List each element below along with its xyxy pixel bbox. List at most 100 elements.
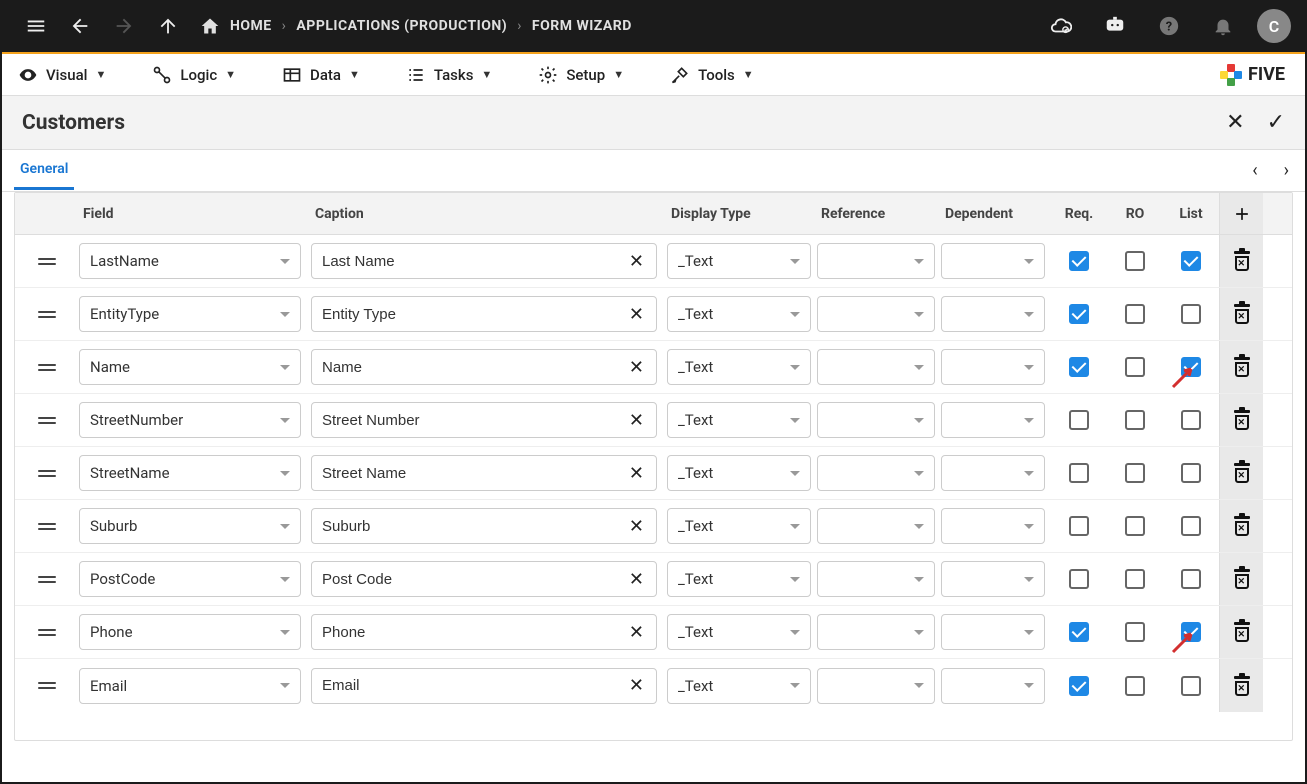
caption-input[interactable] [322, 571, 627, 588]
req-checkbox[interactable] [1069, 410, 1089, 430]
cloud-icon[interactable] [1041, 6, 1081, 46]
display-type-select[interactable]: _Text [667, 243, 811, 279]
req-checkbox[interactable] [1069, 516, 1089, 536]
ro-checkbox[interactable] [1125, 569, 1145, 589]
field-select[interactable]: Email [79, 668, 301, 704]
dependent-select[interactable] [941, 455, 1045, 491]
help-icon[interactable]: ? [1149, 6, 1189, 46]
field-select[interactable]: Suburb [79, 508, 301, 544]
reference-select[interactable] [817, 561, 935, 597]
list-checkbox[interactable] [1181, 569, 1201, 589]
caption-input[interactable] [322, 306, 627, 323]
drag-handle-icon[interactable] [15, 311, 79, 318]
list-checkbox[interactable] [1181, 676, 1201, 696]
reference-select[interactable] [817, 455, 935, 491]
clear-icon[interactable]: ✕ [627, 516, 646, 537]
dependent-select[interactable] [941, 561, 1045, 597]
delete-row-button[interactable]: ✕ [1219, 235, 1263, 287]
menu-icon[interactable] [16, 6, 56, 46]
field-select[interactable]: StreetNumber [79, 402, 301, 438]
drag-handle-icon[interactable] [15, 364, 79, 371]
field-select[interactable]: StreetName [79, 455, 301, 491]
display-type-select[interactable]: _Text [667, 455, 811, 491]
close-icon[interactable]: ✕ [1226, 110, 1244, 135]
chat-icon[interactable] [1095, 6, 1135, 46]
display-type-select[interactable]: _Text [667, 402, 811, 438]
menu-logic[interactable]: Logic▼ [144, 60, 244, 90]
delete-row-button[interactable]: ✕ [1219, 341, 1263, 393]
reference-select[interactable] [817, 402, 935, 438]
drag-handle-icon[interactable] [15, 629, 79, 636]
drag-handle-icon[interactable] [15, 523, 79, 530]
up-icon[interactable] [148, 6, 188, 46]
user-avatar[interactable]: C [1257, 9, 1291, 43]
field-select[interactable]: EntityType [79, 296, 301, 332]
caption-input[interactable] [322, 253, 627, 270]
tab-general[interactable]: General [14, 151, 74, 190]
delete-row-button[interactable]: ✕ [1219, 659, 1263, 712]
clear-icon[interactable]: ✕ [627, 463, 646, 484]
caption-input[interactable] [322, 624, 627, 641]
list-checkbox[interactable] [1181, 622, 1201, 642]
home-icon[interactable] [200, 16, 220, 36]
field-select[interactable]: Name [79, 349, 301, 385]
breadcrumb-applications[interactable]: APPLICATIONS (PRODUCTION) [296, 18, 507, 34]
list-checkbox[interactable] [1181, 463, 1201, 483]
list-checkbox[interactable] [1181, 251, 1201, 271]
clear-icon[interactable]: ✕ [627, 569, 646, 590]
req-checkbox[interactable] [1069, 622, 1089, 642]
list-checkbox[interactable] [1181, 357, 1201, 377]
dependent-select[interactable] [941, 614, 1045, 650]
clear-icon[interactable]: ✕ [627, 304, 646, 325]
dependent-select[interactable] [941, 668, 1045, 704]
req-checkbox[interactable] [1069, 463, 1089, 483]
req-checkbox[interactable] [1069, 251, 1089, 271]
ro-checkbox[interactable] [1125, 304, 1145, 324]
display-type-select[interactable]: _Text [667, 508, 811, 544]
ro-checkbox[interactable] [1125, 516, 1145, 536]
add-row-button[interactable] [1219, 193, 1263, 234]
drag-handle-icon[interactable] [15, 470, 79, 477]
caption-input[interactable] [322, 359, 627, 376]
menu-visual[interactable]: Visual▼ [10, 60, 114, 90]
menu-tools[interactable]: Tools▼ [662, 60, 762, 90]
dependent-select[interactable] [941, 508, 1045, 544]
display-type-select[interactable]: _Text [667, 614, 811, 650]
list-checkbox[interactable] [1181, 516, 1201, 536]
save-icon[interactable]: ✓ [1267, 110, 1285, 135]
dependent-select[interactable] [941, 243, 1045, 279]
delete-row-button[interactable]: ✕ [1219, 447, 1263, 499]
caption-input[interactable] [322, 518, 627, 535]
req-checkbox[interactable] [1069, 357, 1089, 377]
bell-icon[interactable] [1203, 6, 1243, 46]
dependent-select[interactable] [941, 402, 1045, 438]
ro-checkbox[interactable] [1125, 357, 1145, 377]
ro-checkbox[interactable] [1125, 676, 1145, 696]
req-checkbox[interactable] [1069, 304, 1089, 324]
field-select[interactable]: PostCode [79, 561, 301, 597]
caption-input[interactable] [322, 677, 627, 694]
list-checkbox[interactable] [1181, 304, 1201, 324]
reference-select[interactable] [817, 508, 935, 544]
delete-row-button[interactable]: ✕ [1219, 606, 1263, 658]
reference-select[interactable] [817, 349, 935, 385]
clear-icon[interactable]: ✕ [627, 410, 646, 431]
drag-handle-icon[interactable] [15, 258, 79, 265]
caption-input[interactable] [322, 465, 627, 482]
req-checkbox[interactable] [1069, 676, 1089, 696]
delete-row-button[interactable]: ✕ [1219, 288, 1263, 340]
reference-select[interactable] [817, 614, 935, 650]
delete-row-button[interactable]: ✕ [1219, 394, 1263, 446]
ro-checkbox[interactable] [1125, 463, 1145, 483]
reference-select[interactable] [817, 243, 935, 279]
back-icon[interactable] [60, 6, 100, 46]
display-type-select[interactable]: _Text [667, 349, 811, 385]
req-checkbox[interactable] [1069, 569, 1089, 589]
prev-tab-icon[interactable]: ‹ [1248, 156, 1261, 185]
drag-handle-icon[interactable] [15, 682, 79, 689]
clear-icon[interactable]: ✕ [627, 675, 646, 696]
field-select[interactable]: Phone [79, 614, 301, 650]
next-tab-icon[interactable]: › [1280, 156, 1293, 185]
display-type-select[interactable]: _Text [667, 668, 811, 704]
drag-handle-icon[interactable] [15, 576, 79, 583]
